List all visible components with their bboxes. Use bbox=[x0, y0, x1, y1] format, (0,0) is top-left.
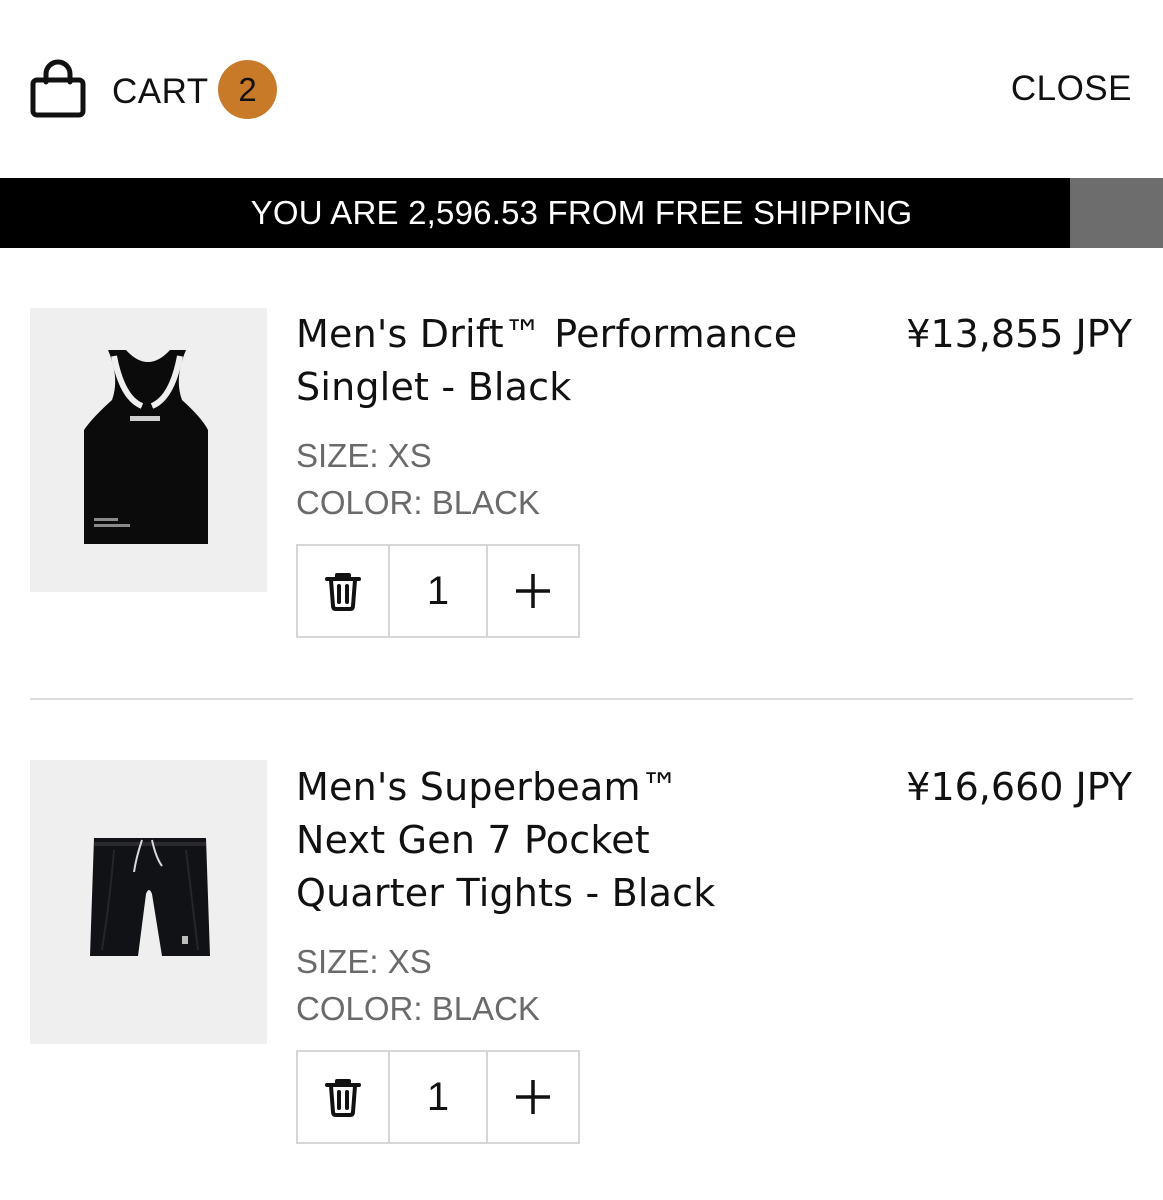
quantity-stepper: 1 bbox=[296, 544, 580, 638]
product-image-singlet[interactable] bbox=[30, 308, 267, 592]
product-color: COLOR: BLACK bbox=[296, 990, 540, 1027]
tights-image bbox=[90, 838, 210, 956]
product-price: ¥16,660 JPY bbox=[906, 765, 1132, 809]
plus-icon bbox=[516, 1080, 550, 1114]
product-name-line: Men's Superbeam™ bbox=[296, 765, 679, 809]
quantity-value[interactable]: 1 bbox=[390, 546, 488, 636]
product-image-tights[interactable] bbox=[30, 760, 267, 1044]
product-size: SIZE: XS bbox=[296, 943, 432, 980]
product-color: COLOR: BLACK bbox=[296, 484, 540, 521]
product-name-line: Singlet - Black bbox=[296, 365, 572, 409]
trash-icon bbox=[325, 573, 361, 611]
cart-header: CART 2 CLOSE bbox=[0, 0, 1163, 178]
product-name-line: Next Gen 7 Pocket bbox=[296, 818, 650, 862]
product-price: ¥13,855 JPY bbox=[906, 312, 1132, 356]
trash-icon bbox=[325, 1079, 361, 1117]
quantity-value[interactable]: 1 bbox=[390, 1052, 488, 1142]
cart-count-badge: 2 bbox=[218, 60, 277, 119]
cart-title: CART bbox=[112, 72, 209, 111]
plus-icon bbox=[516, 574, 550, 608]
shopping-bag-icon bbox=[30, 59, 86, 118]
increase-quantity-button[interactable] bbox=[488, 1052, 578, 1142]
product-name-line: Quarter Tights - Black bbox=[296, 871, 716, 915]
close-button[interactable]: CLOSE bbox=[1011, 69, 1132, 109]
remove-item-button[interactable] bbox=[298, 1052, 390, 1142]
product-name[interactable]: Men's Drift™ Performance Singlet - Black bbox=[296, 308, 856, 414]
remove-item-button[interactable] bbox=[298, 546, 390, 636]
singlet-image bbox=[84, 350, 208, 544]
product-name-line: Men's Drift™ Performance bbox=[296, 312, 798, 356]
free-shipping-message: YOU ARE 2,596.53 FROM FREE SHIPPING bbox=[250, 194, 913, 231]
quantity-stepper: 1 bbox=[296, 1050, 580, 1144]
free-shipping-bar: YOU ARE 2,596.53 FROM FREE SHIPPING bbox=[0, 178, 1163, 248]
product-size: SIZE: XS bbox=[296, 437, 432, 474]
increase-quantity-button[interactable] bbox=[488, 546, 578, 636]
product-name[interactable]: Men's Superbeam™ Next Gen 7 Pocket Quart… bbox=[296, 761, 856, 920]
item-divider bbox=[30, 698, 1133, 700]
